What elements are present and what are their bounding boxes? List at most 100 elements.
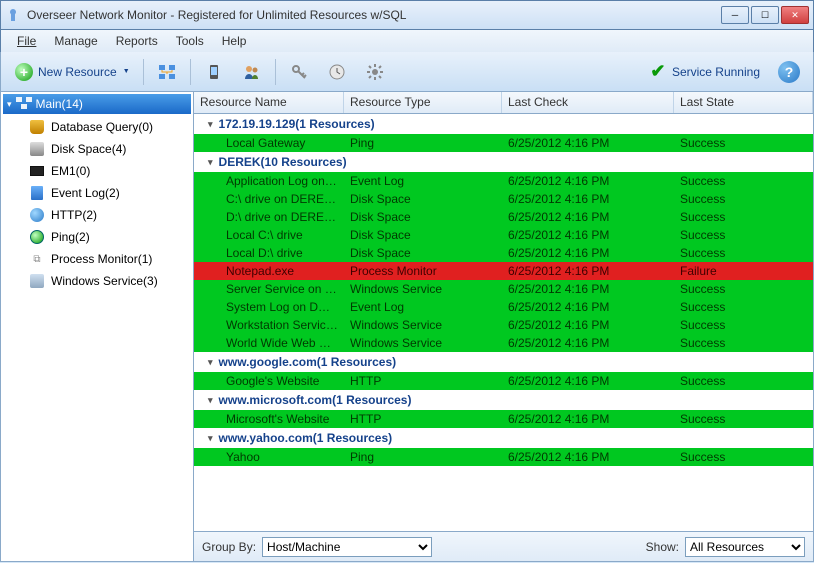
data-row[interactable]: Google's WebsiteHTTP6/25/2012 4:16 PMSuc… [194,372,813,390]
sidebar-item-label: Process Monitor(1) [51,252,152,266]
minimize-button[interactable]: ─ [721,6,749,24]
col-last-state[interactable]: Last State [674,92,813,113]
cell-type: Event Log [344,300,502,314]
grid-header: Resource Name Resource Type Last Check L… [194,92,813,114]
cell-name: Workstation Service on... [208,318,344,332]
sidebar-item-database[interactable]: Database Query(0) [3,116,191,138]
network-icon [16,97,32,112]
data-row[interactable]: Notepad.exeProcess Monitor6/25/2012 4:16… [194,262,813,280]
cell-type: Ping [344,450,502,464]
sidebar-item-http[interactable]: HTTP(2) [3,204,191,226]
group-row[interactable]: ▾DEREK(10 Resources) [194,152,813,172]
data-row[interactable]: YahooPing6/25/2012 4:16 PMSuccess [194,448,813,466]
col-resource-type[interactable]: Resource Type [344,92,502,113]
data-row[interactable]: Application Log on DEREKEvent Log6/25/20… [194,172,813,190]
cell-state: Success [674,450,813,464]
cell-state: Success [674,374,813,388]
data-row[interactable]: Workstation Service on...Windows Service… [194,316,813,334]
cell-type: Windows Service [344,336,502,350]
cell-name: World Wide Web Servic... [208,336,344,350]
check-icon: ✔ [648,62,668,82]
menu-tools[interactable]: Tools [168,32,212,50]
toolbar-btn-4[interactable] [282,57,316,87]
menu-manage[interactable]: Manage [46,32,105,50]
data-row[interactable]: Local D:\ driveDisk Space6/25/2012 4:16 … [194,244,813,262]
chevron-down-icon: ▼ [123,68,130,75]
cell-name: Local C:\ drive [208,228,344,242]
cell-state: Success [674,210,813,224]
disk-icon [29,141,45,157]
chevron-down-icon: ▾ [208,357,213,368]
cell-type: Disk Space [344,228,502,242]
close-button[interactable]: ✕ [781,6,809,24]
data-row[interactable]: Local GatewayPing6/25/2012 4:16 PMSucces… [194,134,813,152]
data-row[interactable]: World Wide Web Servic...Windows Service6… [194,334,813,352]
http-icon [29,207,45,223]
cell-type: Disk Space [344,192,502,206]
grid-body[interactable]: ▾172.19.19.129(1 Resources)Local Gateway… [194,114,813,531]
cell-check: 6/25/2012 4:16 PM [502,210,674,224]
cell-name: Server Service on DEREK [208,282,344,296]
toolbar-btn-5[interactable] [320,57,354,87]
cell-state: Success [674,174,813,188]
service-running-button[interactable]: ✔ Service Running [641,57,767,87]
col-last-check[interactable]: Last Check [502,92,674,113]
eventlog-icon [29,185,45,201]
sidebar-item-disk[interactable]: Disk Space(4) [3,138,191,160]
sidebar-item-ping[interactable]: Ping(2) [3,226,191,248]
toolbar-btn-6[interactable] [358,57,392,87]
app-icon [5,7,21,23]
data-row[interactable]: Local C:\ driveDisk Space6/25/2012 4:16 … [194,226,813,244]
data-row[interactable]: C:\ drive on DEREK via ...Disk Space6/25… [194,190,813,208]
sidebar-item-label: Event Log(2) [51,186,120,200]
col-resource-name[interactable]: Resource Name [194,92,344,113]
data-row[interactable]: System Log on DEREKEvent Log6/25/2012 4:… [194,298,813,316]
group-row[interactable]: ▾www.yahoo.com(1 Resources) [194,428,813,448]
cell-state: Success [674,318,813,332]
menubar: File Manage Reports Tools Help [0,30,814,52]
cell-check: 6/25/2012 4:16 PM [502,228,674,242]
group-title: www.google.com(1 Resources) [219,355,397,369]
data-row[interactable]: Server Service on DEREKWindows Service6/… [194,280,813,298]
toolbar-btn-3[interactable] [235,57,269,87]
device-icon [204,62,224,82]
cell-type: Disk Space [344,210,502,224]
toolbar-btn-2[interactable] [197,57,231,87]
cell-check: 6/25/2012 4:16 PM [502,246,674,260]
data-row[interactable]: Microsoft's WebsiteHTTP6/25/2012 4:16 PM… [194,410,813,428]
cell-type: Windows Service [344,282,502,296]
cell-check: 6/25/2012 4:16 PM [502,282,674,296]
show-select[interactable]: All Resources [685,537,805,557]
group-row[interactable]: ▾172.19.19.129(1 Resources) [194,114,813,134]
tree-root-main[interactable]: ▾ Main(14) [3,94,191,114]
sidebar-item-winservice[interactable]: Windows Service(3) [3,270,191,292]
cell-name: D:\ drive on DEREK via ... [208,210,344,224]
menu-file[interactable]: File [9,32,44,50]
group-title: 172.19.19.129(1 Resources) [219,117,375,131]
sidebar-item-eventlog[interactable]: Event Log(2) [3,182,191,204]
sidebar-item-label: EM1(0) [51,164,90,178]
cell-check: 6/25/2012 4:16 PM [502,192,674,206]
separator [143,59,144,85]
show-label: Show: [646,540,679,554]
main-area: ▾ Main(14) Database Query(0)Disk Space(4… [0,92,814,562]
group-by-label: Group By: [202,540,256,554]
data-row[interactable]: D:\ drive on DEREK via ...Disk Space6/25… [194,208,813,226]
group-row[interactable]: ▾ www.google.com(1 Resources) [194,352,813,372]
menu-help[interactable]: Help [214,32,255,50]
cell-type: Windows Service [344,318,502,332]
cell-state: Success [674,412,813,426]
maximize-button[interactable]: ☐ [751,6,779,24]
toolbar: + New Resource ▼ ✔ Service Running ? [0,52,814,92]
toolbar-btn-1[interactable] [150,57,184,87]
menu-reports[interactable]: Reports [108,32,166,50]
cell-name: Local Gateway [208,136,344,150]
sidebar-item-process[interactable]: ⧉Process Monitor(1) [3,248,191,270]
new-resource-button[interactable]: + New Resource ▼ [7,57,137,87]
sidebar-item-em1[interactable]: EM1(0) [3,160,191,182]
help-button[interactable]: ? [771,57,807,87]
cell-check: 6/25/2012 4:16 PM [502,318,674,332]
group-by-select[interactable]: Host/Machine [262,537,432,557]
cell-name: Application Log on DEREK [208,174,344,188]
group-row[interactable]: ▾www.microsoft.com(1 Resources) [194,390,813,410]
